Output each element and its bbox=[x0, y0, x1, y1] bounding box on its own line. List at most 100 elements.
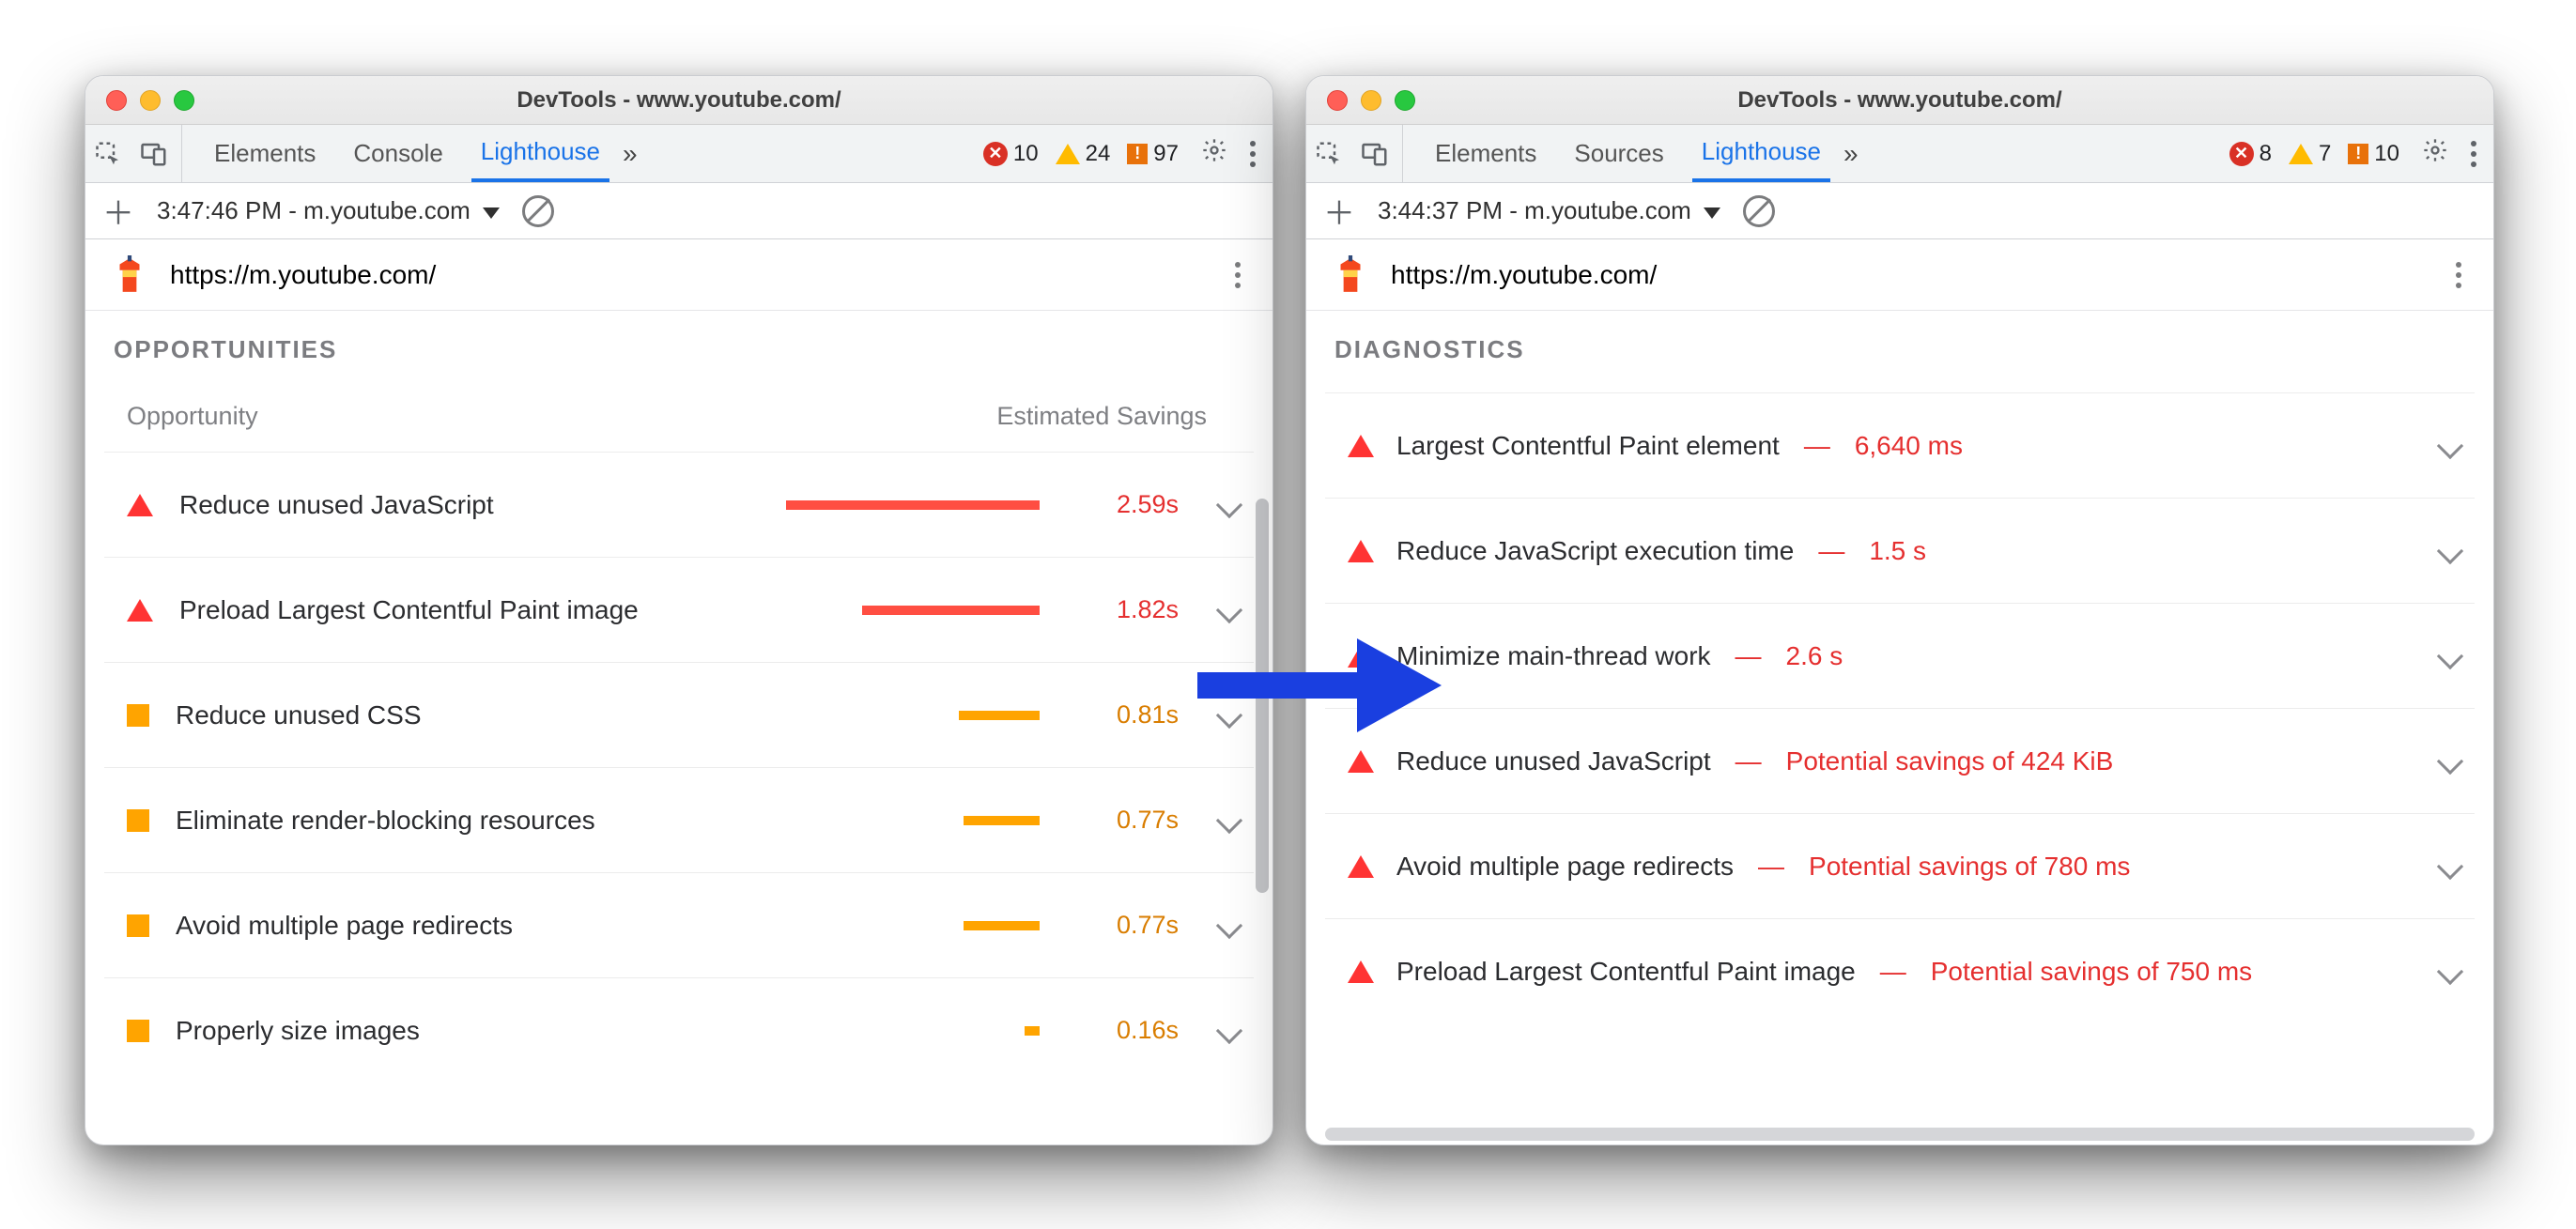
report-select[interactable]: 3:47:46 PM - m.youtube.com bbox=[157, 196, 500, 225]
savings-value: 0.77s bbox=[1066, 911, 1179, 940]
devtools-tabstrip: Elements Sources Lighthouse » ✕8 7 !10 bbox=[1306, 125, 2493, 183]
close-window-button[interactable] bbox=[1327, 90, 1348, 111]
savings-value: 0.16s bbox=[1066, 1016, 1179, 1045]
diagnostic-row[interactable]: Avoid multiple page redirects—Potential … bbox=[1325, 813, 2475, 918]
inspect-element-icon[interactable] bbox=[95, 140, 123, 168]
severity-triangle-icon bbox=[1348, 645, 1374, 668]
scrollbar-horizontal[interactable] bbox=[1325, 1128, 2475, 1141]
dash-separator: — bbox=[1816, 536, 1846, 566]
chevron-down-icon bbox=[2437, 537, 2463, 563]
lighthouse-icon bbox=[110, 255, 149, 295]
opportunity-title: Eliminate render-blocking resources bbox=[176, 806, 595, 836]
clear-report-button[interactable] bbox=[1743, 195, 1775, 227]
chevron-down-icon bbox=[1216, 912, 1242, 938]
diagnostic-row[interactable]: Minimize main-thread work—2.6 s bbox=[1325, 603, 2475, 708]
tab-sources[interactable]: Sources bbox=[1565, 125, 1673, 182]
diagnostic-title: Reduce JavaScript execution time bbox=[1396, 536, 1794, 566]
opportunity-row[interactable]: Properly size images0.16s bbox=[104, 977, 1254, 1083]
settings-gear-icon[interactable] bbox=[1192, 137, 1237, 171]
chevron-down-icon bbox=[1216, 701, 1242, 728]
severity-triangle-icon bbox=[1348, 960, 1374, 983]
device-toolbar-icon[interactable] bbox=[140, 140, 168, 168]
lighthouse-url-row: https://m.youtube.com/ bbox=[1306, 239, 2493, 311]
new-report-button[interactable]: ＋ bbox=[1323, 188, 1355, 234]
warnings-chip[interactable]: 7 bbox=[2285, 141, 2335, 167]
savings-value: 0.81s bbox=[1066, 700, 1179, 730]
warnings-chip[interactable]: 24 bbox=[1052, 141, 1115, 167]
opportunity-row[interactable]: Reduce unused JavaScript2.59s bbox=[104, 452, 1254, 557]
report-url: https://m.youtube.com/ bbox=[170, 260, 1211, 290]
errors-chip[interactable]: ✕10 bbox=[979, 141, 1042, 167]
warning-icon bbox=[2289, 144, 2313, 164]
opportunity-row[interactable]: Eliminate render-blocking resources 0.77s bbox=[104, 767, 1254, 872]
chevron-down-icon bbox=[2437, 853, 2463, 879]
inspect-element-icon[interactable] bbox=[1316, 140, 1344, 168]
chevron-down-icon bbox=[2437, 747, 2463, 774]
minimize-window-button[interactable] bbox=[1361, 90, 1381, 111]
diagnostic-row[interactable]: Reduce unused JavaScript—Potential savin… bbox=[1325, 708, 2475, 813]
info-icon: ! bbox=[2348, 144, 2368, 164]
severity-triangle-icon bbox=[127, 599, 153, 622]
clear-report-button[interactable] bbox=[522, 195, 554, 227]
opportunity-title: Avoid multiple page redirects bbox=[176, 911, 513, 941]
errors-chip[interactable]: ✕8 bbox=[2226, 141, 2275, 167]
savings-value: 2.59s bbox=[1066, 490, 1179, 519]
diagnostic-value: Potential savings of 780 ms bbox=[1809, 852, 2130, 882]
settings-gear-icon[interactable] bbox=[2413, 137, 2458, 171]
device-toolbar-icon[interactable] bbox=[1361, 140, 1389, 168]
savings-bar bbox=[786, 1026, 1040, 1036]
info-chip[interactable]: !97 bbox=[1123, 141, 1182, 167]
col-opportunity: Opportunity bbox=[127, 402, 258, 431]
opportunity-row[interactable]: Avoid multiple page redirects 0.77s bbox=[104, 872, 1254, 977]
chevron-down-icon bbox=[1216, 1017, 1242, 1043]
tab-elements[interactable]: Elements bbox=[205, 125, 325, 182]
more-menu-icon[interactable] bbox=[2467, 141, 2484, 167]
savings-value: 0.77s bbox=[1066, 806, 1179, 835]
chevron-down-icon bbox=[1216, 596, 1242, 622]
section-title: DIAGNOSTICS bbox=[1306, 311, 2493, 376]
report-menu-icon[interactable] bbox=[1231, 262, 1248, 288]
lighthouse-icon bbox=[1331, 255, 1370, 295]
info-chip[interactable]: !10 bbox=[2344, 141, 2403, 167]
close-window-button[interactable] bbox=[106, 90, 127, 111]
window-title: DevTools - www.youtube.com/ bbox=[1306, 87, 2493, 114]
report-select[interactable]: 3:44:37 PM - m.youtube.com bbox=[1378, 196, 1720, 225]
savings-bar bbox=[786, 500, 1040, 510]
severity-triangle-icon bbox=[1348, 540, 1374, 562]
more-menu-icon[interactable] bbox=[1246, 141, 1263, 167]
report-timestamp: 3:44:37 PM - m.youtube.com bbox=[1378, 196, 1691, 224]
warning-icon bbox=[1056, 144, 1080, 164]
diagnostic-row[interactable]: Reduce JavaScript execution time—1.5 s bbox=[1325, 498, 2475, 603]
diagnostic-value: Potential savings of 424 KiB bbox=[1786, 746, 2114, 776]
error-icon: ✕ bbox=[983, 142, 1008, 166]
zoom-window-button[interactable] bbox=[1395, 90, 1415, 111]
severity-triangle-icon bbox=[1348, 855, 1374, 878]
title-bar: DevTools - www.youtube.com/ bbox=[85, 76, 1273, 125]
savings-bar bbox=[786, 921, 1040, 930]
zoom-window-button[interactable] bbox=[174, 90, 194, 111]
dash-separator: — bbox=[1734, 746, 1764, 776]
tabs-overflow-icon[interactable]: » bbox=[1840, 139, 1862, 169]
severity-triangle-icon bbox=[127, 494, 153, 516]
tab-lighthouse[interactable]: Lighthouse bbox=[1692, 125, 1830, 182]
minimize-window-button[interactable] bbox=[140, 90, 161, 111]
savings-bar bbox=[786, 816, 1040, 825]
severity-triangle-icon bbox=[1348, 750, 1374, 773]
tab-elements[interactable]: Elements bbox=[1426, 125, 1546, 182]
tab-console[interactable]: Console bbox=[344, 125, 452, 182]
scrollbar-vertical[interactable] bbox=[1256, 499, 1269, 893]
opportunity-row[interactable]: Preload Largest Contentful Paint image1.… bbox=[104, 557, 1254, 662]
window-title: DevTools - www.youtube.com/ bbox=[85, 87, 1273, 114]
tab-lighthouse[interactable]: Lighthouse bbox=[471, 125, 609, 182]
dash-separator: — bbox=[1802, 431, 1832, 461]
tabs-overflow-icon[interactable]: » bbox=[619, 139, 641, 169]
new-report-button[interactable]: ＋ bbox=[102, 188, 134, 234]
diagnostic-row[interactable]: Largest Contentful Paint element—6,640 m… bbox=[1325, 392, 2475, 498]
report-menu-icon[interactable] bbox=[2452, 262, 2469, 288]
diagnostic-row[interactable]: Preload Largest Contentful Paint image—P… bbox=[1325, 918, 2475, 1023]
opportunity-title: Preload Largest Contentful Paint image bbox=[179, 595, 639, 625]
diagnostic-value: 6,640 ms bbox=[1855, 431, 1963, 461]
lighthouse-url-row: https://m.youtube.com/ bbox=[85, 239, 1273, 311]
lighthouse-toolbar: ＋ 3:44:37 PM - m.youtube.com bbox=[1306, 183, 2493, 239]
opportunity-row[interactable]: Reduce unused CSS0.81s bbox=[104, 662, 1254, 767]
